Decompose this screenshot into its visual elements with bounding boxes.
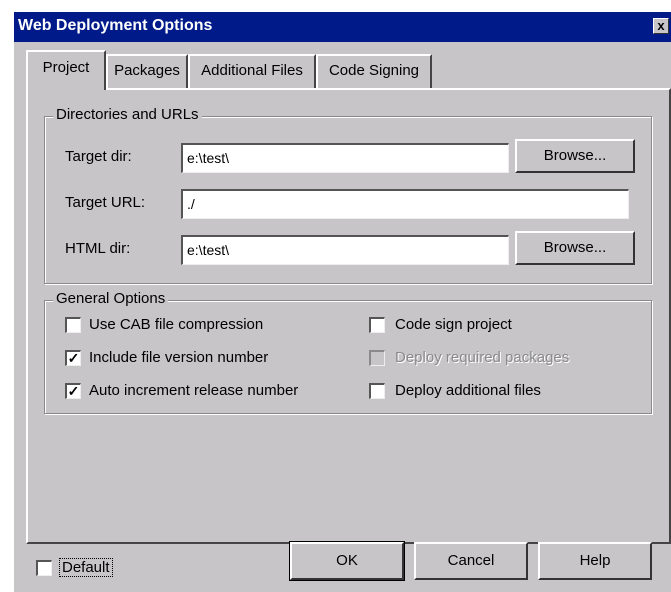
tab-additional-files-label: Additional Files bbox=[201, 62, 303, 79]
deploy-additional-files-checkbox[interactable] bbox=[369, 383, 385, 399]
tab-project[interactable]: Project bbox=[26, 50, 106, 90]
close-button[interactable]: x bbox=[653, 18, 669, 34]
directories-group: Directories and URLs Target dir: e:\test… bbox=[44, 106, 652, 284]
ok-button[interactable]: OK bbox=[289, 541, 405, 581]
cancel-button[interactable]: Cancel bbox=[414, 542, 528, 580]
tab-additional-files[interactable]: Additional Files bbox=[188, 54, 316, 88]
target-dir-field[interactable]: e:\test\ bbox=[181, 143, 509, 173]
auto-increment-label[interactable]: Auto increment release number bbox=[89, 382, 298, 399]
auto-increment-checkbox[interactable]: ✓ bbox=[65, 383, 81, 399]
code-sign-project-checkbox[interactable] bbox=[369, 317, 385, 333]
general-options-group: General Options Use CAB file compression… bbox=[44, 290, 652, 414]
general-options-group-title: General Options bbox=[53, 290, 169, 307]
close-icon: x bbox=[657, 18, 665, 33]
default-checkbox[interactable] bbox=[36, 560, 52, 576]
tab-project-label: Project bbox=[42, 59, 90, 76]
tab-packages[interactable]: Packages bbox=[106, 54, 188, 88]
project-tab-panel: Directories and URLs Target dir: e:\test… bbox=[26, 88, 671, 544]
check-icon: ✓ bbox=[67, 383, 80, 399]
web-deployment-options-dialog: Web Deployment Options x Project Package… bbox=[12, 10, 671, 592]
tab-packages-label: Packages bbox=[114, 62, 180, 79]
html-dir-label: HTML dir: bbox=[65, 240, 131, 257]
code-sign-project-label[interactable]: Code sign project bbox=[395, 316, 512, 333]
include-file-version-checkbox[interactable]: ✓ bbox=[65, 350, 81, 366]
help-button[interactable]: Help bbox=[538, 542, 652, 580]
target-url-label: Target URL: bbox=[65, 194, 146, 211]
deploy-required-packages-checkbox bbox=[369, 350, 385, 366]
default-label[interactable]: Default bbox=[59, 558, 113, 577]
deploy-required-packages-label: Deploy required packages bbox=[395, 349, 570, 366]
directories-group-title: Directories and URLs bbox=[53, 106, 202, 123]
target-url-field[interactable]: ./ bbox=[181, 189, 629, 219]
tab-code-signing-label: Code Signing bbox=[328, 62, 420, 79]
tab-code-signing[interactable]: Code Signing bbox=[316, 54, 432, 88]
use-cab-compression-label[interactable]: Use CAB file compression bbox=[89, 316, 263, 333]
window-title: Web Deployment Options bbox=[18, 17, 213, 34]
check-icon: ✓ bbox=[67, 350, 80, 366]
deploy-additional-files-label[interactable]: Deploy additional files bbox=[395, 382, 541, 399]
title-bar[interactable]: Web Deployment Options x bbox=[14, 12, 671, 42]
use-cab-compression-checkbox[interactable] bbox=[65, 317, 81, 333]
html-dir-field[interactable]: e:\test\ bbox=[181, 235, 509, 265]
include-file-version-label[interactable]: Include file version number bbox=[89, 349, 268, 366]
browse-target-dir-button[interactable]: Browse... bbox=[515, 139, 635, 173]
target-dir-label: Target dir: bbox=[65, 148, 132, 165]
browse-html-dir-button[interactable]: Browse... bbox=[515, 231, 635, 265]
